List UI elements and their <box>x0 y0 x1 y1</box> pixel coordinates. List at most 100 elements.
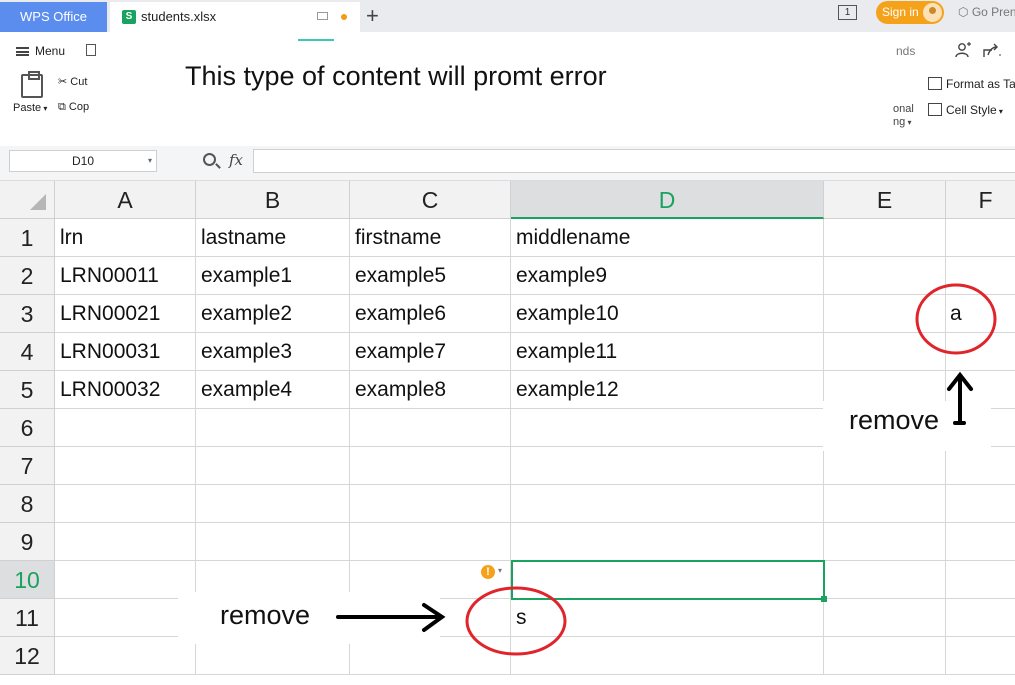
cell-f8[interactable] <box>946 485 1015 523</box>
cell-e12[interactable] <box>824 637 946 675</box>
cell-a1[interactable]: lrn <box>55 219 196 257</box>
cell-f11[interactable] <box>946 599 1015 637</box>
cell-b6[interactable] <box>196 409 350 447</box>
cell-d6[interactable] <box>511 409 824 447</box>
formula-input[interactable] <box>253 149 1015 173</box>
row-header-6[interactable]: 6 <box>0 409 55 447</box>
warning-icon[interactable]: ! <box>481 565 495 579</box>
cell-e8[interactable] <box>824 485 946 523</box>
cell-d2[interactable]: example9 <box>511 257 824 295</box>
row-header-2[interactable]: 2 <box>0 257 55 295</box>
row-header-11[interactable]: 11 <box>0 599 55 637</box>
paste-button[interactable]: Paste ▾ <box>13 102 47 114</box>
cell-a3[interactable]: LRN00021 <box>55 295 196 333</box>
cut-button[interactable]: ✂ Cut <box>58 75 87 88</box>
share-user-icon[interactable] <box>955 42 971 58</box>
cell-a10[interactable] <box>55 561 196 599</box>
cell-f7[interactable] <box>946 447 1015 485</box>
cell-b8[interactable] <box>196 485 350 523</box>
column-header-e[interactable]: E <box>824 181 946 219</box>
cell-c7[interactable] <box>350 447 511 485</box>
cell-f2[interactable] <box>946 257 1015 295</box>
cell-d8[interactable] <box>511 485 824 523</box>
monitor-icon[interactable] <box>317 12 328 20</box>
cell-b5[interactable]: example4 <box>196 371 350 409</box>
cell-a8[interactable] <box>55 485 196 523</box>
active-cell-selection[interactable] <box>511 560 827 602</box>
row-header-10[interactable]: 10 <box>0 561 55 599</box>
sign-in-button[interactable]: Sign in <box>876 1 944 24</box>
column-header-a[interactable]: A <box>55 181 196 219</box>
cell-c5[interactable]: example8 <box>350 371 511 409</box>
cell-a12[interactable] <box>55 637 196 675</box>
cell-c3[interactable]: example6 <box>350 295 511 333</box>
fx-icon[interactable]: fx <box>229 151 243 169</box>
cell-f4[interactable] <box>946 333 1015 371</box>
row-header-7[interactable]: 7 <box>0 447 55 485</box>
column-header-d[interactable]: D <box>511 181 824 219</box>
cell-e3[interactable] <box>824 295 946 333</box>
cell-b7[interactable] <box>196 447 350 485</box>
cell-a7[interactable] <box>55 447 196 485</box>
cell-e7[interactable] <box>824 447 946 485</box>
warning-dropdown-icon[interactable]: ▾ <box>498 566 502 575</box>
cell-e11[interactable] <box>824 599 946 637</box>
unsaved-dot-icon[interactable] <box>341 14 347 20</box>
cell-e2[interactable] <box>824 257 946 295</box>
cell-b2[interactable]: example1 <box>196 257 350 295</box>
cell-a5[interactable]: LRN00032 <box>55 371 196 409</box>
cell-d7[interactable] <box>511 447 824 485</box>
format-as-table-button[interactable]: Format as Tal <box>928 77 1015 91</box>
cell-d1[interactable]: middlename <box>511 219 824 257</box>
column-header-c[interactable]: C <box>350 181 511 219</box>
cell-a9[interactable] <box>55 523 196 561</box>
cell-f12[interactable] <box>946 637 1015 675</box>
menu-button[interactable]: Menu <box>16 44 65 58</box>
cell-e1[interactable] <box>824 219 946 257</box>
cell-f9[interactable] <box>946 523 1015 561</box>
cell-b4[interactable]: example3 <box>196 333 350 371</box>
cell-f10[interactable] <box>946 561 1015 599</box>
cell-c6[interactable] <box>350 409 511 447</box>
row-header-8[interactable]: 8 <box>0 485 55 523</box>
cell-a2[interactable]: LRN00011 <box>55 257 196 295</box>
ribbon-tab-partial[interactable]: nds <box>896 44 915 58</box>
cell-a4[interactable]: LRN00031 <box>55 333 196 371</box>
cell-style-button[interactable]: Cell Style ▾ <box>928 103 1003 117</box>
cell-c4[interactable]: example7 <box>350 333 511 371</box>
cell-e9[interactable] <box>824 523 946 561</box>
row-header-3[interactable]: 3 <box>0 295 55 333</box>
cell-b3[interactable]: example2 <box>196 295 350 333</box>
cell-c9[interactable] <box>350 523 511 561</box>
copy-button[interactable]: ⧉ Cop <box>58 101 89 114</box>
window-count-icon[interactable]: 1 <box>838 5 857 20</box>
name-box[interactable]: D10 ▾ <box>9 150 157 172</box>
file-menu-icon[interactable] <box>86 44 96 56</box>
tab-wps-office[interactable]: WPS Office <box>0 2 107 32</box>
row-header-12[interactable]: 12 <box>0 637 55 675</box>
cell-e10[interactable] <box>824 561 946 599</box>
cell-d5[interactable]: example12 <box>511 371 824 409</box>
cell-c2[interactable]: example5 <box>350 257 511 295</box>
cell-d9[interactable] <box>511 523 824 561</box>
cell-d4[interactable]: example11 <box>511 333 824 371</box>
export-icon[interactable] <box>982 43 1002 59</box>
new-tab-button[interactable]: + <box>366 3 379 29</box>
column-header-b[interactable]: B <box>196 181 350 219</box>
conditional-formatting-button[interactable]: onal ng ▾ <box>893 103 914 129</box>
cell-b9[interactable] <box>196 523 350 561</box>
cell-a11[interactable] <box>55 599 196 637</box>
select-all-corner[interactable] <box>0 181 55 219</box>
tab-students-file[interactable]: S students.xlsx <box>110 2 360 32</box>
row-header-4[interactable]: 4 <box>0 333 55 371</box>
row-header-9[interactable]: 9 <box>0 523 55 561</box>
cell-f3[interactable]: a <box>946 295 1015 333</box>
go-premium-button[interactable]: ⬡ Go Pren <box>958 5 1015 19</box>
column-header-f[interactable]: F <box>946 181 1015 219</box>
cell-e4[interactable] <box>824 333 946 371</box>
cell-c1[interactable]: firstname <box>350 219 511 257</box>
row-header-1[interactable]: 1 <box>0 219 55 257</box>
zoom-search-icon[interactable] <box>203 153 216 166</box>
cell-d11[interactable]: s <box>511 599 824 637</box>
cell-b1[interactable]: lastname <box>196 219 350 257</box>
